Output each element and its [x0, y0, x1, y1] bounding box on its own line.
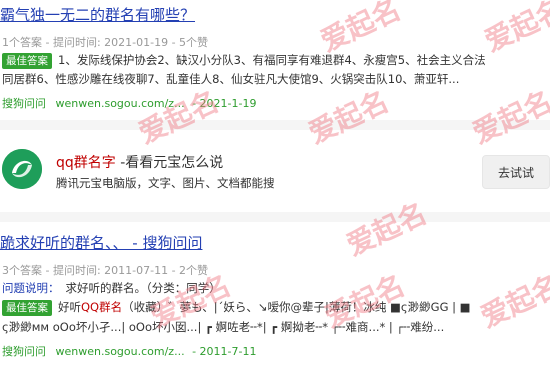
best-answer-badge: 最佳答案 — [2, 53, 52, 69]
source-date: - 2011-7-11 — [192, 345, 257, 358]
snippet-line: ς渺緲ᴍᴍ oOo坏小孑...| oOo坏小囡...| ┏ 婀咗老╌*| ┏ 婀… — [2, 320, 445, 334]
best-answer-badge: 最佳答案 — [2, 300, 52, 316]
snippet-highlight: QQ群名 — [81, 300, 123, 314]
yuanbao-logo-icon[interactable] — [2, 149, 42, 189]
result-meta: 3个答案 - 提问时间: 2011-07-11 - 2个赞 — [2, 264, 209, 277]
result-title[interactable]: 跪求好听的群名、、 - 搜狗问问 — [0, 232, 202, 253]
result-title[interactable]: 霸气独一无二的群名有哪些？ — [0, 4, 195, 25]
question-label: 问题说明： — [2, 281, 60, 295]
ad-subtitle: 腾讯元宝电脑版，文字、图片、文档都能搜 — [56, 176, 275, 190]
watermark: 爱起名 — [133, 84, 224, 151]
ad-title-rest[interactable]: -看看元宝怎么说 — [116, 155, 223, 171]
source-url[interactable]: wenwen.sogou.com/z... — [56, 97, 185, 110]
snippet-line: 同居群6、性感沙雕在线夜聊7、乱童佳人8、仙女驻凡大使馆9、火锅突击队10、萧亚… — [2, 72, 460, 86]
source-name[interactable]: 搜狗问问 — [2, 345, 46, 358]
try-it-button[interactable]: 去试试 — [482, 155, 550, 189]
snippet-text: 好听 — [58, 300, 81, 314]
source-name[interactable]: 搜狗问问 — [2, 97, 46, 110]
ad-title[interactable]: qq群名字 -看看元宝怎么说 — [56, 152, 223, 172]
section-divider — [0, 120, 550, 130]
watermark: 爱起名 — [341, 196, 432, 263]
watermark: 爱起名 — [475, 268, 550, 335]
result-snippet: 最佳答案 好听QQ群名（收藏）゛夢も、|ˊ妖ら、↘嗳你@辈子|薄荷！冰纯 ■ς渺緲… — [2, 297, 471, 317]
question-text: 求好听的群名。（分类：同学） — [65, 281, 221, 295]
source-url[interactable]: wenwen.sogou.com/z... — [56, 345, 185, 358]
result-source[interactable]: 搜狗问问 wenwen.sogou.com/z... - 2011-7-11 — [2, 343, 256, 359]
watermark: 爱起名 — [479, 0, 550, 59]
watermark: 爱起名 — [467, 84, 550, 151]
question-description: 问题说明： 求好听的群名。（分类：同学） — [2, 278, 221, 298]
watermark: 爱起名 — [303, 84, 394, 151]
result-snippet: 最佳答案 1、发际线保护协会2、缺汉小分队3、有福同享有难退群4、永瘦宫5、社会主… — [2, 50, 486, 70]
source-date: - 2021-1-19 — [192, 97, 257, 110]
result-meta: 1个答案 - 提问时间: 2021-01-19 - 5个赞 — [2, 36, 209, 49]
snippet-text: （收藏）゛夢も、|ˊ妖ら、↘嗳你@辈子|薄荷！冰纯 ■ς渺緲GG | ■ — [122, 300, 471, 314]
result-source[interactable]: 搜狗问问 wenwen.sogou.com/z... - 2021-1-19 — [2, 95, 256, 111]
ad-brand-keyword[interactable]: qq群名字 — [56, 155, 116, 171]
section-divider — [0, 212, 550, 222]
snippet-line: 1、发际线保护协会2、缺汉小分队3、有福同享有难退群4、永瘦宫5、社会主义合法 — [58, 53, 486, 67]
